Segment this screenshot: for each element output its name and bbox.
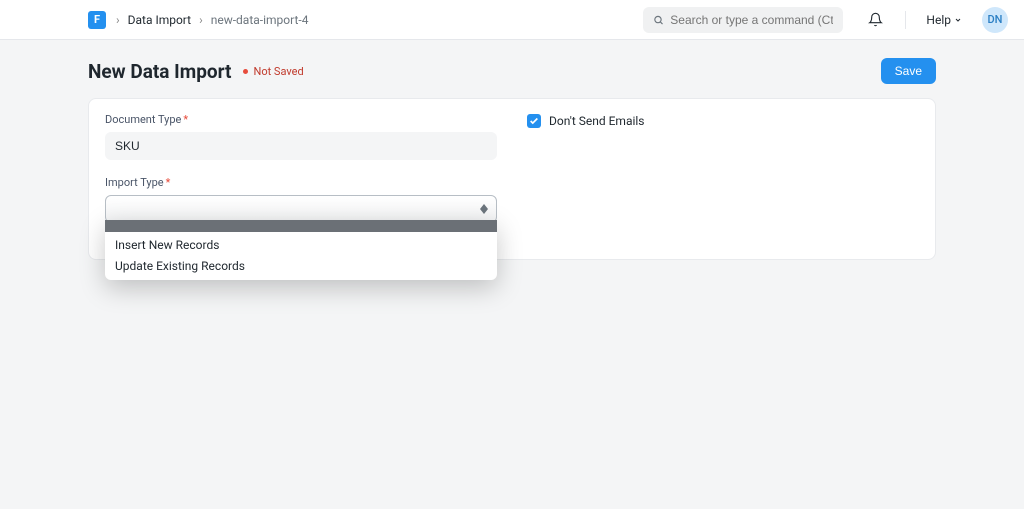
- required-marker: *: [183, 113, 188, 126]
- help-label: Help: [926, 13, 951, 27]
- chevron-right-icon: ›: [116, 13, 120, 27]
- dropdown-cap: [105, 220, 497, 232]
- divider: [905, 11, 906, 29]
- app-logo-letter: F: [94, 13, 100, 26]
- form-column-left: Document Type* Import Type*: [105, 113, 497, 239]
- search-icon: [653, 14, 664, 26]
- dropdown-options: Insert New Records Update Existing Recor…: [105, 232, 497, 280]
- avatar-initials: DN: [988, 13, 1003, 26]
- dont-send-emails-row: Don't Send Emails: [527, 113, 919, 128]
- page-title: New Data Import: [88, 60, 231, 83]
- dont-send-emails-label: Don't Send Emails: [549, 114, 645, 128]
- chevron-down-icon: [954, 16, 962, 24]
- status-text: Not Saved: [253, 65, 303, 78]
- import-type-select[interactable]: [105, 195, 497, 223]
- import-type-option[interactable]: Insert New Records: [105, 235, 497, 256]
- app-logo[interactable]: F: [88, 11, 106, 29]
- import-type-group: Import Type* Insert New Records Update E…: [105, 176, 497, 223]
- avatar[interactable]: DN: [982, 7, 1008, 33]
- import-type-option[interactable]: Update Existing Records: [105, 256, 497, 277]
- document-type-group: Document Type*: [105, 113, 497, 160]
- page-header: New Data Import Not Saved Save: [88, 58, 936, 84]
- import-type-label: Import Type*: [105, 176, 497, 189]
- bell-icon: [868, 12, 883, 27]
- document-type-input[interactable]: [105, 132, 497, 160]
- search-bar[interactable]: [643, 7, 843, 33]
- chevron-right-icon: ›: [199, 13, 203, 27]
- check-icon: [529, 116, 539, 126]
- dont-send-emails-checkbox[interactable]: [527, 114, 541, 128]
- form-card: Document Type* Import Type*: [88, 98, 936, 260]
- help-menu[interactable]: Help: [922, 9, 966, 31]
- page-body: New Data Import Not Saved Save Document …: [0, 40, 1024, 278]
- notifications-button[interactable]: [861, 6, 889, 34]
- select-caret-icon: [480, 204, 488, 214]
- required-marker: *: [166, 176, 171, 189]
- save-button[interactable]: Save: [881, 58, 936, 84]
- import-type-dropdown: Insert New Records Update Existing Recor…: [105, 220, 497, 280]
- form-column-right: Don't Send Emails: [527, 113, 919, 239]
- status-dot-icon: [243, 69, 248, 74]
- breadcrumb-current[interactable]: new-data-import-4: [211, 13, 309, 27]
- document-type-label: Document Type*: [105, 113, 497, 126]
- breadcrumb: › Data Import › new-data-import-4: [116, 13, 308, 27]
- breadcrumb-parent[interactable]: Data Import: [128, 13, 192, 27]
- status-badge: Not Saved: [243, 65, 303, 78]
- search-input[interactable]: [670, 13, 833, 27]
- navbar: F › Data Import › new-data-import-4 Help…: [0, 0, 1024, 40]
